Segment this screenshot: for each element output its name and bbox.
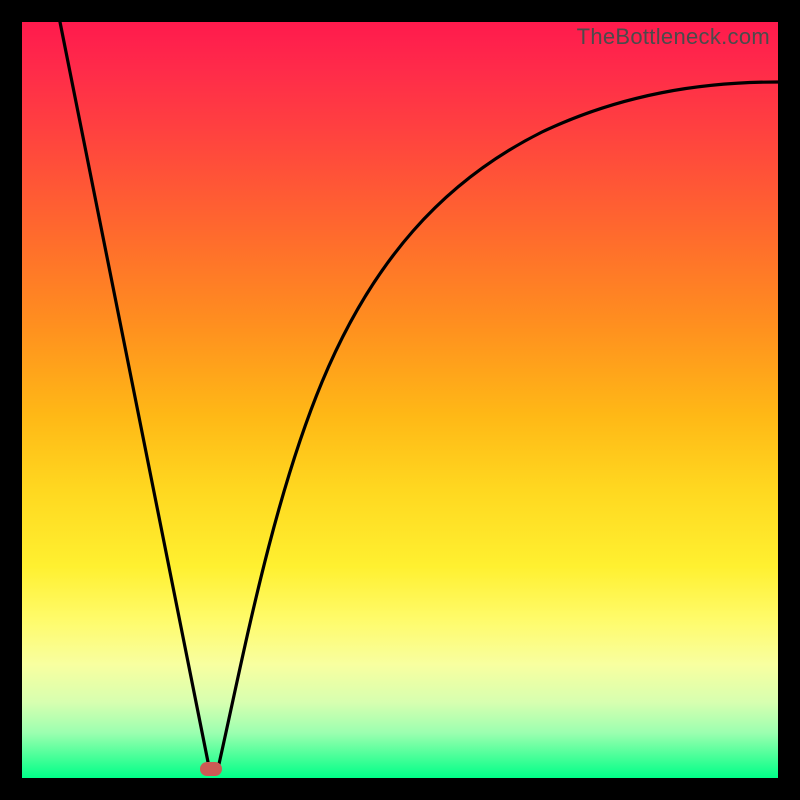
optimal-point-marker — [200, 762, 222, 776]
bottleneck-curve — [22, 22, 778, 778]
chart-plot-area: TheBottleneck.com — [22, 22, 778, 778]
chart-frame: TheBottleneck.com — [0, 0, 800, 800]
curve-right-ascent — [219, 82, 778, 764]
curve-left-descent — [60, 22, 208, 762]
